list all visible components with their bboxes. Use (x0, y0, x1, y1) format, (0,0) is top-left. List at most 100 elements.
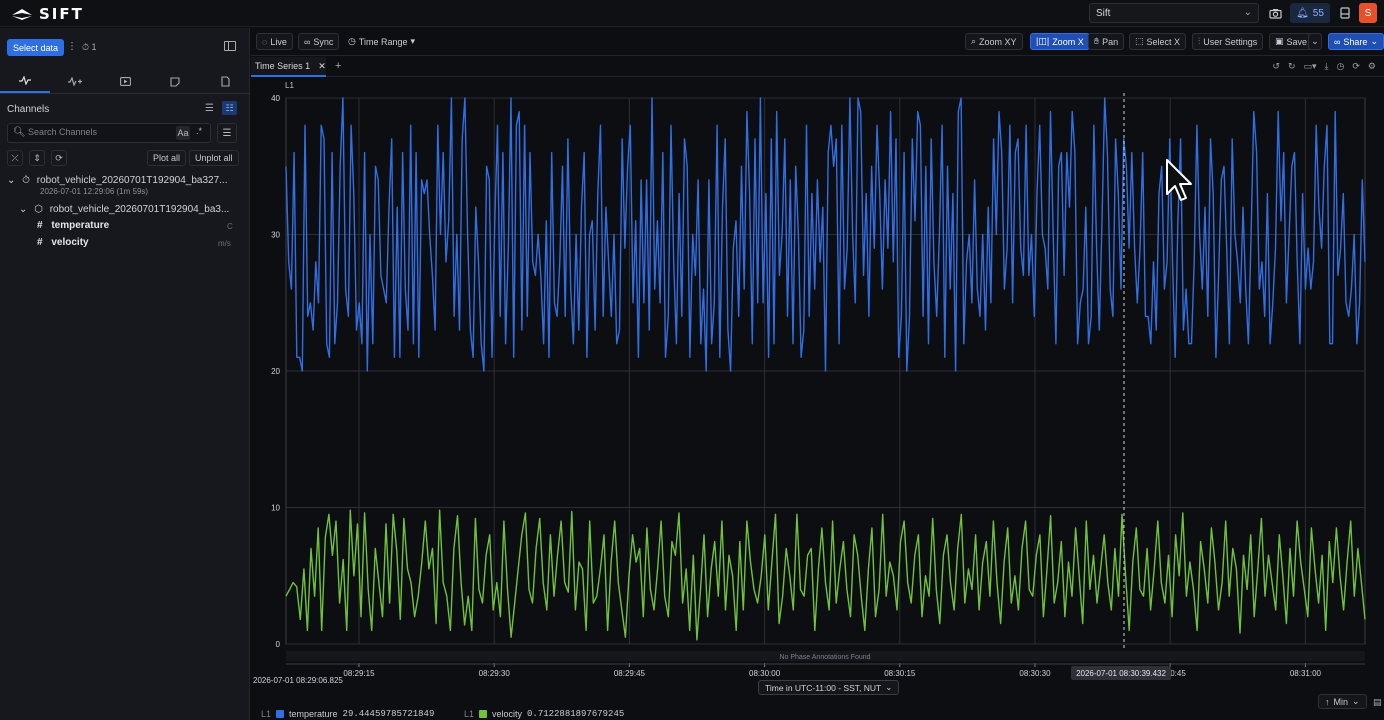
channel-unit: C (227, 222, 233, 231)
caret-down-icon: ▾ (410, 36, 416, 46)
cube-icon: ⬡ (34, 204, 43, 215)
channel-unit: m/s (218, 239, 231, 248)
bell-icon: 🔔︎ (1296, 7, 1309, 19)
search-icon: 🔍︎ (13, 127, 26, 138)
run-tree-row[interactable]: ⌄ ⏱︎ robot_vehicle_20260701T192904_ba327… (7, 175, 227, 186)
live-label: Live (270, 36, 287, 47)
legend-name: temperature (289, 708, 338, 719)
time-series-chart[interactable]: L1 0 10 20 30 40 08:29:15 08:29:30 08:29:45 08:… (251, 78, 1384, 698)
annotation-icon[interactable]: ▭▾ (1304, 61, 1317, 72)
redo-icon[interactable]: ↻ (1288, 61, 1296, 72)
save-menu-button[interactable]: ⌄ (1308, 33, 1322, 50)
user-settings-button[interactable]: ⫶ User Settings (1192, 33, 1264, 50)
link-icon: ∞ (304, 36, 311, 47)
tab-notes-icon[interactable] (150, 70, 200, 93)
tab-channels-icon[interactable] (0, 70, 50, 93)
select-x-button[interactable]: ⬚ Select X (1129, 33, 1187, 50)
hand-icon: ✋︎ (1094, 36, 1100, 46)
channel-row-velocity[interactable]: # velocity (37, 237, 89, 248)
legend-axis: L1 (261, 708, 272, 719)
undo-icon[interactable]: ↺ (1272, 61, 1280, 72)
sift-logo[interactable]: SIFT (10, 5, 84, 23)
logo-text: SIFT (39, 5, 84, 23)
zoom-xy-button[interactable]: ⌕ Zoom XY (965, 33, 1023, 50)
collapse-all-icon[interactable]: ⤫ (7, 150, 23, 166)
unplot-all-button[interactable]: Unplot all (189, 150, 239, 166)
tab-calculated-icon[interactable] (50, 70, 100, 93)
channel-name: temperature (51, 220, 110, 231)
channel-search: 🔍︎ Aa .* (7, 123, 211, 143)
select-data-button[interactable]: Select data (7, 39, 65, 56)
channels-title: Channels (7, 104, 50, 115)
sync-label: Sync (313, 36, 334, 47)
legend-item-velocity[interactable]: L1 velocity 0.712288189767924​5 (464, 709, 624, 719)
filter-icon[interactable]: ☰ (217, 123, 237, 143)
plot-all-button[interactable]: Plot all (147, 150, 187, 166)
save-button[interactable]: ▣ Save (1269, 33, 1314, 50)
expand-all-icon[interactable]: ⇕ (29, 150, 45, 166)
chart-svg[interactable]: L1 0 10 20 30 40 08:29:15 08:29:30 08:29:45 08:… (251, 78, 1384, 698)
save-icon: ▣ (1275, 36, 1284, 46)
channel-name: velocity (51, 237, 89, 248)
x-tick-label: 08:29:15 (343, 669, 375, 678)
timezone-select[interactable]: Time in UTC-11:00 - SST, NUT ⌄ (758, 680, 900, 695)
stopwatch-icon: ⏱︎ (82, 42, 90, 52)
refresh-icon[interactable]: ⟳ (51, 150, 67, 166)
sliders-icon: ⫶ (1198, 36, 1201, 46)
pan-button[interactable]: ✋︎ Pan (1088, 33, 1125, 50)
zoom-x-label: Zoom X (1052, 36, 1084, 47)
time-range-button[interactable]: ◷ Time Range ▾ (343, 33, 420, 50)
avatar[interactable]: S (1359, 3, 1377, 23)
regex-toggle[interactable]: .* (196, 126, 202, 136)
select-icon: ⬚ (1135, 36, 1144, 46)
tab-time-series-1[interactable]: Time Series 1 ✕ (251, 57, 326, 77)
collapse-sidebar-icon[interactable] (224, 41, 236, 51)
top-bar: SIFT Sift ⌄ 🔔︎ 55 S (0, 0, 1384, 27)
add-tab-icon[interactable]: + (335, 60, 341, 72)
asset-name: robot_vehicle_20260701T192904_ba3... (49, 204, 230, 215)
camera-icon[interactable] (1265, 3, 1285, 23)
asset-tree-row[interactable]: ⌄ ⬡ robot_vehicle_20260701T192904_ba3... (19, 204, 229, 215)
refresh-icon[interactable]: ⟳ (1352, 61, 1360, 72)
legend-value: 29.44459785721849 (342, 708, 435, 719)
sidebar-tabs (0, 70, 250, 94)
close-icon[interactable]: ✕ (318, 61, 326, 72)
x-tick-label: 08:30:30 (1019, 669, 1051, 678)
tab-media-icon[interactable] (100, 70, 150, 93)
legend-item-temperature[interactable]: L1 temperature 29.44459785721849 (261, 709, 434, 719)
time-range-label: Time Range (358, 36, 408, 47)
sync-button[interactable]: ∞ Sync (298, 33, 340, 50)
legend-axis: L1 (464, 708, 475, 719)
org-select[interactable]: Sift ⌄ (1089, 3, 1259, 23)
run-count[interactable]: ⏱︎ 1 (82, 42, 97, 53)
share-button[interactable]: ∞ Share ⌄ (1328, 33, 1384, 50)
x-tick-label: 08:30:00 (749, 669, 781, 678)
zoom-x-button[interactable]: |◫| Zoom X (1030, 33, 1090, 50)
toolbar: ◌ Live ∞ Sync ◷ Time Range ▾ ⌕ Zoom XY |◫| Zoo… (251, 28, 1384, 56)
panel-actions: ↺ ↻ ▭▾ ⤓ ◷ ⟳ ⚙︎ (1272, 61, 1376, 72)
save-label: Save (1286, 36, 1308, 47)
tree-view-icon[interactable]: ☷ (222, 101, 237, 115)
share-label: Share (1343, 36, 1368, 47)
kebab-menu-icon[interactable]: ⋮ (67, 41, 77, 52)
case-sensitive-toggle[interactable]: Aa (176, 126, 190, 140)
channel-row-temperature[interactable]: # temperature (37, 220, 109, 231)
zoom-icon: ⌕ (971, 36, 977, 46)
search-input[interactable] (28, 127, 168, 137)
history-icon[interactable]: ◷ (1337, 61, 1345, 72)
zoom-x-icon: |◫| (1036, 36, 1050, 46)
x-tick-label: 08:29:45 (614, 669, 646, 678)
start-time: 2026-07-01 08:29:06.825 (253, 676, 343, 685)
legend: L1 temperature 29.44459785721849 L1 velo… (251, 707, 1384, 720)
tab-bar: Time Series 1 ✕ + ↺ ↻ ▭▾ ⤓ ◷ ⟳ ⚙︎ (251, 57, 1384, 77)
list-view-icon[interactable]: ☰ (205, 103, 214, 114)
live-button[interactable]: ◌ Live (256, 33, 293, 50)
notifications-button[interactable]: 🔔︎ 55 (1290, 3, 1330, 23)
select-x-label: Select X (1146, 36, 1181, 47)
device-icon[interactable] (1335, 3, 1355, 23)
download-icon[interactable]: ⤓ (1325, 61, 1329, 72)
tab-document-icon[interactable] (200, 70, 250, 93)
y-axis-label: L1 (285, 81, 294, 90)
pan-label: Pan (1102, 36, 1119, 47)
settings-icon[interactable]: ⚙︎ (1368, 61, 1376, 72)
